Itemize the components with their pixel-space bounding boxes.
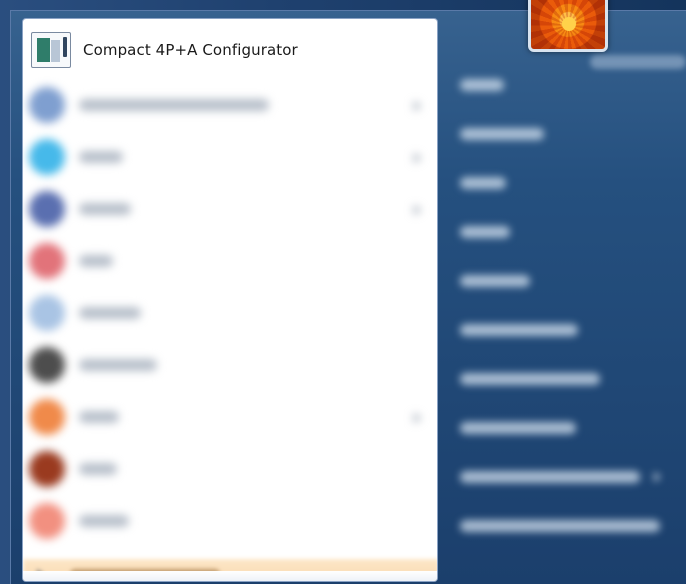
blurred-program-item: [23, 339, 437, 391]
blurred-place-item: [438, 60, 686, 109]
blurred-program-item: [23, 79, 437, 131]
blurred-program-item: [23, 235, 437, 287]
blurred-program-item: [23, 391, 437, 443]
blurred-program-item: [23, 495, 437, 547]
recent-programs-list-blurred: [23, 79, 437, 547]
blurred-place-item: [438, 452, 686, 501]
blurred-place-item: [438, 256, 686, 305]
start-menu-places-pane-blurred: [438, 60, 686, 584]
user-avatar: [528, 0, 608, 52]
blurred-place-item: [438, 501, 686, 550]
configurator-app-icon: [31, 32, 71, 68]
blurred-place-item: [438, 354, 686, 403]
blurred-place-item: [438, 305, 686, 354]
blurred-program-item: [23, 287, 437, 339]
blurred-place-item: [438, 207, 686, 256]
pinned-program-label: Compact 4P+A Configurator: [83, 41, 298, 59]
blurred-program-item: [23, 131, 437, 183]
pinned-program-compact-configurator[interactable]: Compact 4P+A Configurator: [27, 27, 433, 73]
all-programs-item-blurred: [23, 559, 437, 581]
start-menu-programs-pane: Compact 4P+A Configurator: [22, 18, 438, 582]
all-programs-arrow-icon: [37, 569, 44, 579]
blurred-place-item: [438, 109, 686, 158]
blurred-place-item: [438, 403, 686, 452]
blurred-program-item: [23, 183, 437, 235]
blurred-place-item: [438, 158, 686, 207]
blurred-program-item: [23, 443, 437, 495]
